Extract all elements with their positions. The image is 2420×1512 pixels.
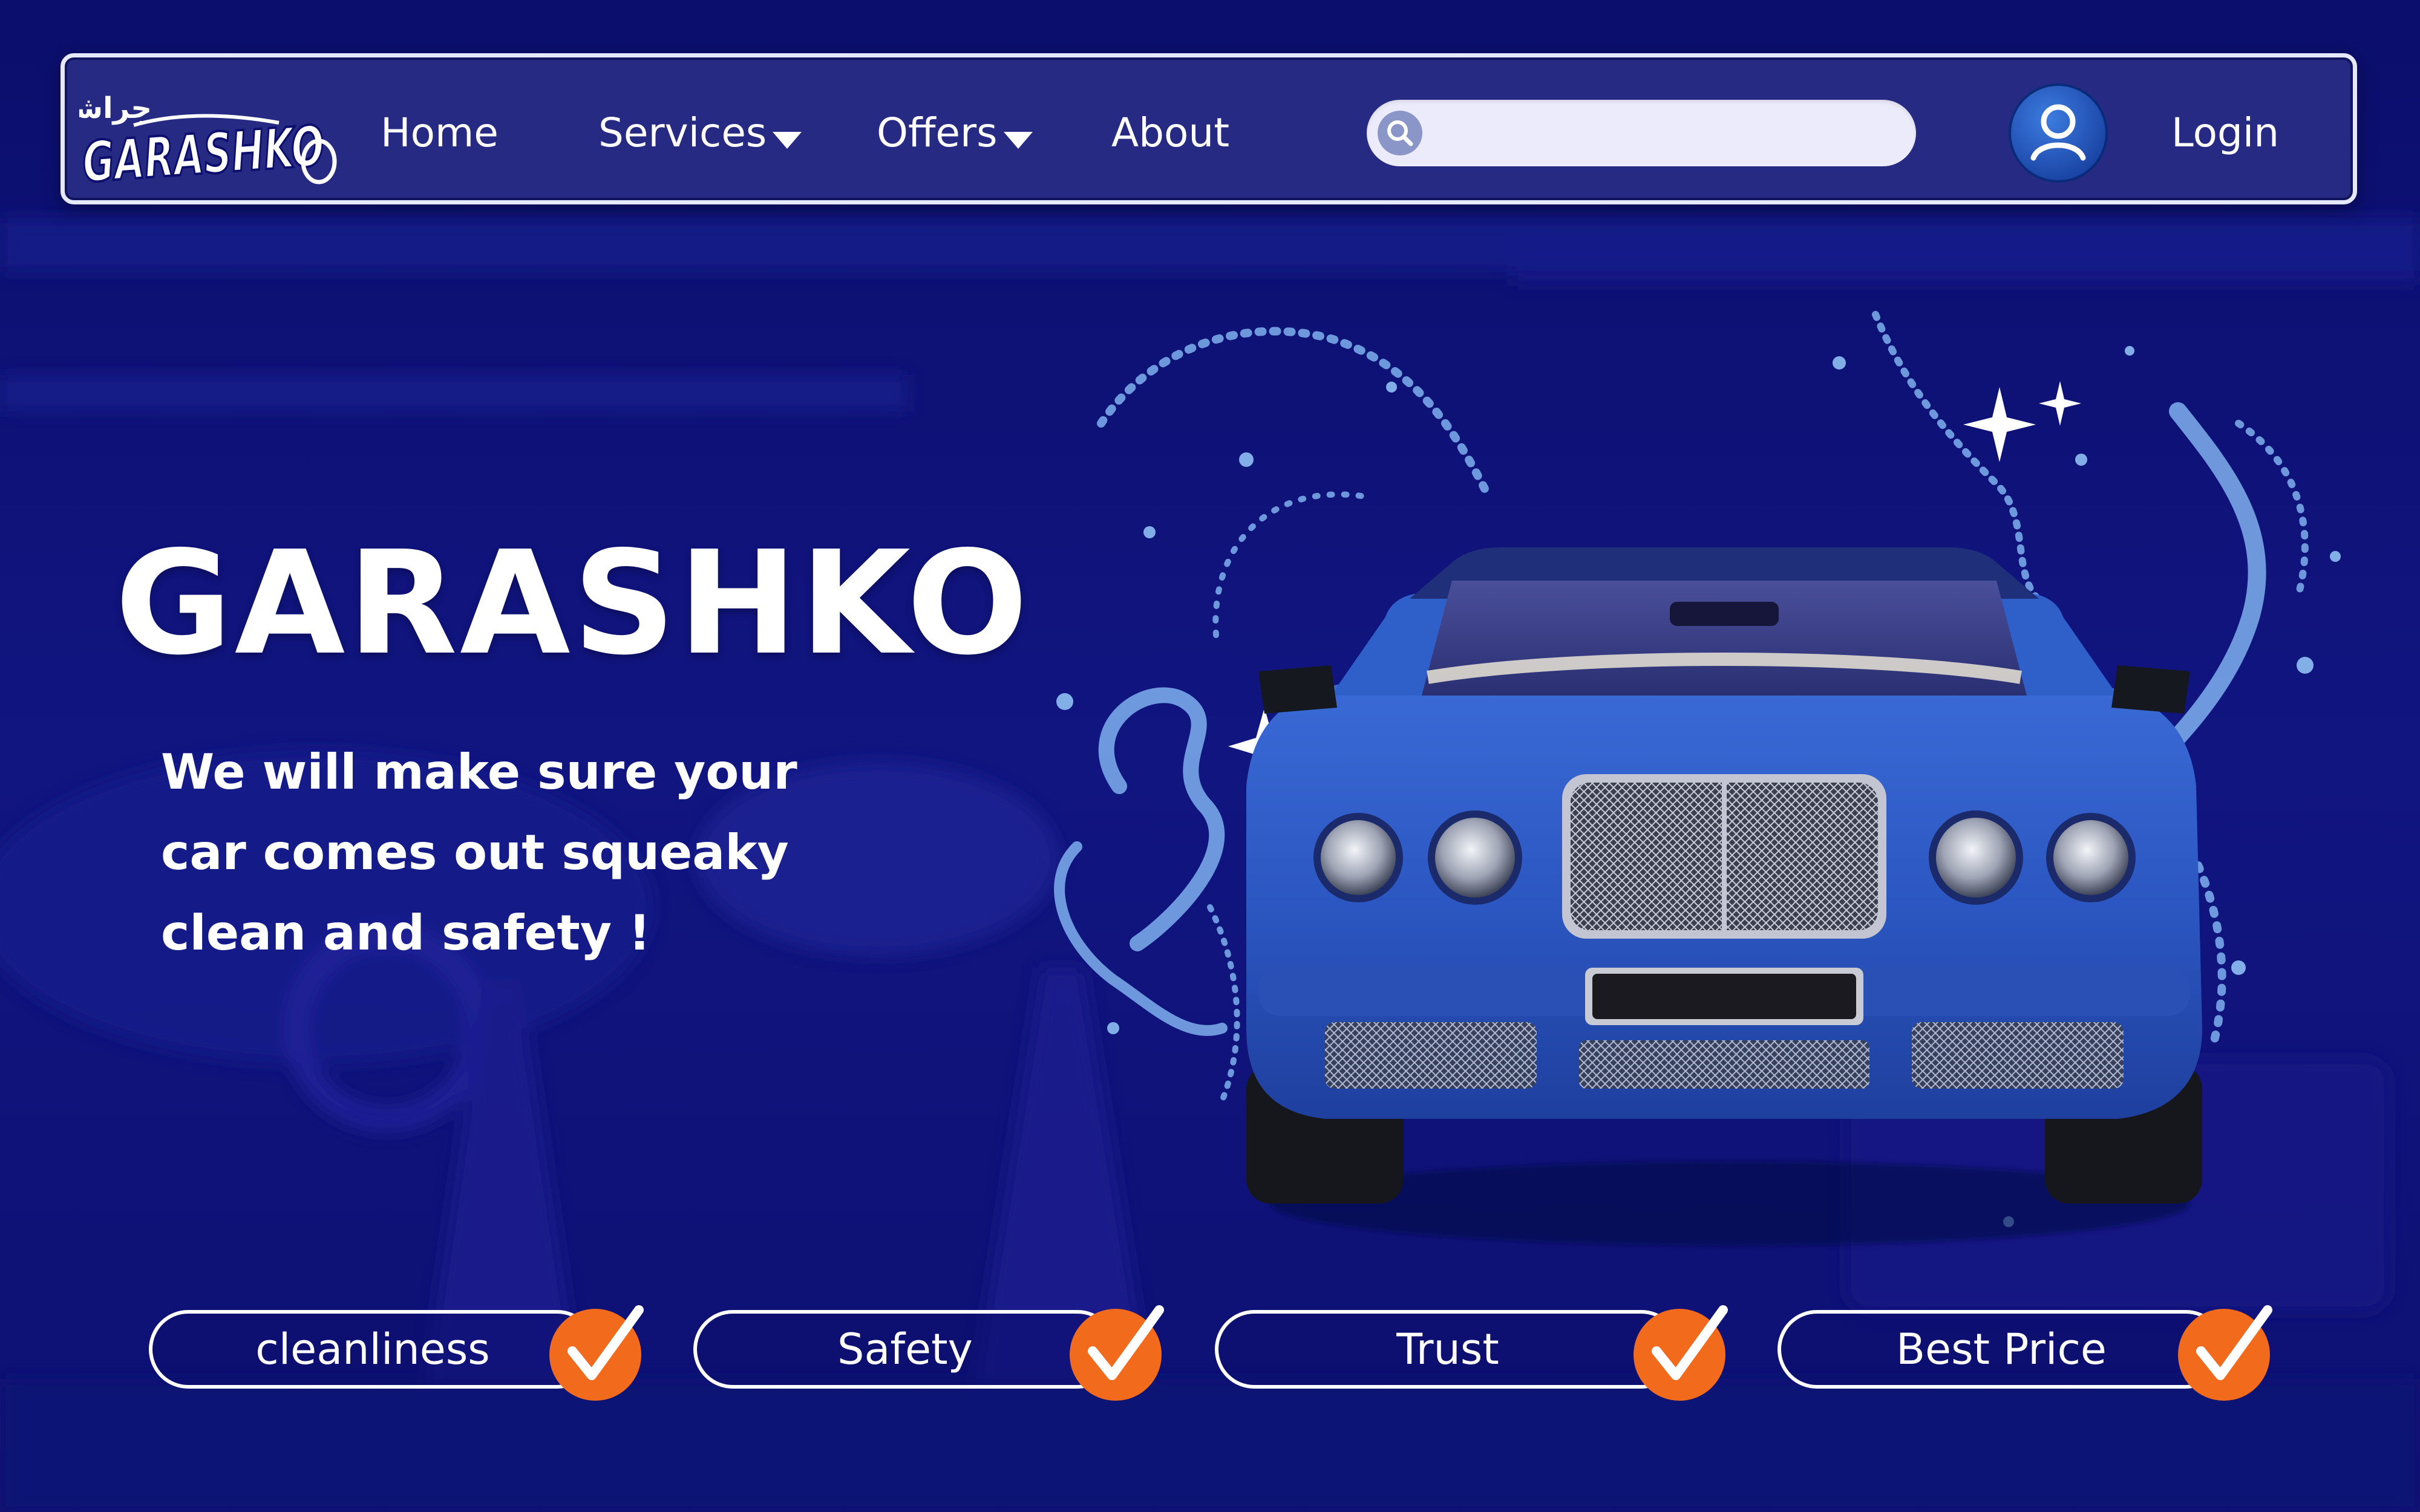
navbar: جراشكو GARASHKO Home Services Offers Abo… — [60, 53, 2357, 204]
feature-badge-safety: Safety — [693, 1304, 1171, 1401]
chevron-down-icon — [773, 132, 802, 149]
feature-badge-trust: Trust — [1215, 1304, 1735, 1401]
logo-script-text: جراشكو — [79, 91, 152, 125]
nav-link-about-label: About — [1111, 109, 1230, 156]
search-icon[interactable] — [1378, 111, 1422, 155]
nav-link-services-label: Services — [598, 109, 767, 156]
checkmark-icon — [549, 1305, 644, 1401]
nav-link-offers[interactable]: Offers — [877, 57, 1033, 209]
feature-label: Best Price — [1777, 1310, 2225, 1389]
nav-link-offers-label: Offers — [877, 109, 998, 156]
feature-label: Safety — [693, 1310, 1117, 1389]
checkmark-icon — [2178, 1305, 2272, 1401]
nav-link-home-label: Home — [381, 109, 499, 156]
feature-badge-cleanliness: cleanliness — [149, 1304, 651, 1401]
search-input[interactable] — [1433, 100, 1902, 168]
nav-link-about[interactable]: About — [1111, 57, 1229, 209]
garashko-logo[interactable]: جراشكو GARASHKO — [79, 71, 339, 195]
feature-badge-best-price: Best Price — [1777, 1304, 2280, 1401]
search-bar[interactable] — [1367, 100, 1916, 168]
tagline-line: car comes out squeaky — [161, 824, 789, 881]
checkmark-icon — [1070, 1305, 1164, 1401]
chevron-down-icon — [1003, 132, 1033, 149]
page: جراشكو GARASHKO Home Services Offers Abo… — [0, 0, 2420, 1512]
tagline-line: clean and safety ! — [161, 905, 651, 961]
login-link[interactable]: Login — [2171, 57, 2279, 209]
checkmark-icon — [1634, 1305, 1728, 1401]
tagline-line: We will make sure your — [161, 744, 797, 800]
car-illustration — [1054, 311, 2341, 1246]
feature-label: Trust — [1215, 1310, 1681, 1389]
hero-title: GARASHKO — [115, 520, 1031, 686]
nav-link-home[interactable]: Home — [381, 57, 499, 209]
logo-wordmark: GARASHKO — [80, 114, 326, 195]
user-icon[interactable] — [2008, 83, 2108, 183]
hero-tagline: We will make sure your car comes out squ… — [161, 732, 887, 973]
login-label: Login — [2171, 109, 2280, 156]
nav-link-services[interactable]: Services — [598, 57, 802, 209]
feature-label: cleanliness — [149, 1310, 597, 1389]
